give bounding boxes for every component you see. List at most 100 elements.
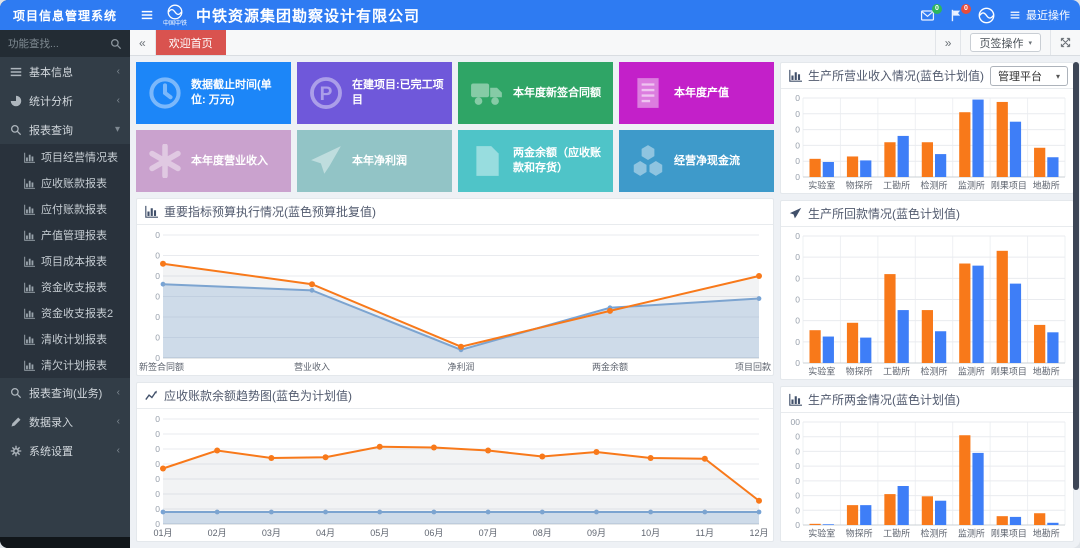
svg-text:0: 0 xyxy=(155,474,160,484)
panel-title: 重要指标预算执行情况(蓝色预算批复值) xyxy=(164,203,376,220)
payment-collection-chart[interactable]: 0000000实验室物探所工勘所检测所监测所刚果项目地勘所 xyxy=(781,227,1073,379)
svg-text:05月: 05月 xyxy=(370,528,389,538)
flag-badge: 0 xyxy=(961,4,971,14)
line-chart-icon xyxy=(145,389,158,402)
svg-text:0: 0 xyxy=(795,432,800,442)
platform-select[interactable]: 管理平台 ▾ xyxy=(990,66,1068,86)
svg-text:12月: 12月 xyxy=(749,528,768,538)
sidebar-footer xyxy=(0,537,130,548)
sidebar-subitem-7[interactable]: 清收计划报表 xyxy=(0,326,130,352)
receivable-trend-chart[interactable]: 0000000001月02月03月04月05月06月07月08月09月10月11… xyxy=(137,409,773,541)
svg-text:07月: 07月 xyxy=(479,528,498,538)
kpi-card-6[interactable]: 两金余额（应收账款和存货） xyxy=(458,130,613,192)
svg-text:00: 00 xyxy=(791,417,801,427)
sidebar-item-3[interactable]: 报表查询(业务)‹ xyxy=(0,378,130,407)
sidebar-subitem-2[interactable]: 应付账款报表 xyxy=(0,196,130,222)
panel-payment-collection: 生产所回款情况(蓝色计划值) 0000000实验室物探所工勘所检测所监测所刚果项… xyxy=(780,200,1074,380)
svg-text:06月: 06月 xyxy=(424,528,443,538)
tab-operations-cell: 页签操作▾ xyxy=(960,30,1050,55)
bar-chart-icon xyxy=(145,205,158,218)
svg-text:0: 0 xyxy=(795,358,800,368)
kpi-card-0[interactable]: 数据截止时间(单位: 万元) xyxy=(136,62,291,124)
sidebar-item-4[interactable]: 数据录入‹ xyxy=(0,407,130,436)
svg-text:0: 0 xyxy=(795,461,800,471)
svg-text:工勘所: 工勘所 xyxy=(883,529,910,539)
flag-icon[interactable]: 0 xyxy=(949,9,964,22)
svg-text:0: 0 xyxy=(795,476,800,486)
scroll-tabs-right-icon[interactable]: » xyxy=(935,30,961,55)
kpi-card-7[interactable]: 经营净现金流 xyxy=(619,130,774,192)
mail-icon[interactable]: 0 xyxy=(920,9,935,22)
sidebar-subitem-4[interactable]: 项目成本报表 xyxy=(0,248,130,274)
production-revenue-chart[interactable]: 000000实验室物探所工勘所检测所监测所刚果项目地勘所 xyxy=(781,89,1073,193)
bar-chart-icon xyxy=(24,360,35,371)
sidebar-subitem-8[interactable]: 清欠计划报表 xyxy=(0,352,130,378)
paper-plane-icon xyxy=(789,207,802,220)
svg-text:刚果项目: 刚果项目 xyxy=(991,181,1027,191)
sidebar-menu: 基本信息‹统计分析‹报表查询▾项目经营情况表应收账款报表应付账款报表产值管理报表… xyxy=(0,57,130,537)
bar-chart-icon xyxy=(24,204,35,215)
panel-header: 生产所回款情况(蓝色计划值) xyxy=(781,201,1073,227)
svg-text:0: 0 xyxy=(795,252,800,262)
bar-chart-icon xyxy=(24,256,35,267)
svg-text:0: 0 xyxy=(795,231,800,241)
panel-title: 生产所回款情况(蓝色计划值) xyxy=(808,205,960,222)
svg-text:地勘所: 地勘所 xyxy=(1033,528,1060,539)
budget-execution-svg: 0000000新签合同额营业收入净利润两金余额项目回款 xyxy=(137,225,773,375)
tab-welcome[interactable]: 欢迎首页 xyxy=(156,30,226,55)
kpi-label: 经营净现金流 xyxy=(674,154,740,169)
panel-header: 应收账款余额趋势图(蓝色为计划值) xyxy=(137,383,773,409)
company-logo: 中国中铁 xyxy=(163,4,187,27)
file-icon xyxy=(470,144,504,178)
fullscreen-icon[interactable] xyxy=(1060,37,1071,48)
kpi-label: 本年度新签合同额 xyxy=(513,86,601,101)
page-scrollbar[interactable] xyxy=(1073,62,1079,490)
kpi-card-4[interactable]: 本年度营业收入 xyxy=(136,130,291,192)
chevron-icon: ‹ xyxy=(117,387,120,398)
gear-icon xyxy=(10,445,22,457)
sidebar-subitem-5[interactable]: 资金收支报表 xyxy=(0,274,130,300)
svg-text:监测所: 监测所 xyxy=(958,528,985,539)
tab-bar: « 欢迎首页 » 页签操作▾ xyxy=(130,30,1080,56)
svg-text:0: 0 xyxy=(155,444,160,454)
svg-text:新签合同额: 新签合同额 xyxy=(139,361,184,372)
kpi-label: 数据截止时间(单位: 万元) xyxy=(191,78,285,108)
bar-chart-icon xyxy=(789,393,802,406)
two-funds-chart[interactable]: 000000000实验室物探所工勘所检测所监测所刚果项目地勘所 xyxy=(781,413,1073,541)
sidebar-item-2[interactable]: 报表查询▾ xyxy=(0,115,130,144)
svg-text:地勘所: 地勘所 xyxy=(1033,180,1060,191)
svg-text:0: 0 xyxy=(795,295,800,305)
sidebar-subitem-6[interactable]: 资金收支报表2 xyxy=(0,300,130,326)
sidebar-subitem-1[interactable]: 应收账款报表 xyxy=(0,170,130,196)
bar-chart-icon xyxy=(789,69,802,82)
budget-execution-chart[interactable]: 0000000新签合同额营业收入净利润两金余额项目回款 xyxy=(137,225,773,375)
svg-text:0: 0 xyxy=(155,429,160,439)
search-icon[interactable] xyxy=(110,38,122,50)
kpi-card-1[interactable]: P在建项目:已完工项目 xyxy=(297,62,452,124)
panel-production-revenue: 生产所营业收入情况(蓝色计划值) 管理平台 ▾ 000000实验室物探所工勘所检… xyxy=(780,62,1074,194)
svg-text:0: 0 xyxy=(795,446,800,456)
svg-text:0: 0 xyxy=(155,230,160,240)
svg-text:0: 0 xyxy=(155,333,160,343)
kpi-card-3[interactable]: 本年度产值 xyxy=(619,62,774,124)
kpi-card-5[interactable]: 本年净利润 xyxy=(297,130,452,192)
scroll-tabs-left-icon[interactable]: « xyxy=(130,30,156,55)
menu-toggle-icon[interactable] xyxy=(140,9,154,21)
sidebar-subitem-0[interactable]: 项目经营情况表 xyxy=(0,144,130,170)
sidebar-item-0[interactable]: 基本信息‹ xyxy=(0,57,130,86)
search-icon xyxy=(10,387,22,399)
sidebar-item-5[interactable]: 系统设置‹ xyxy=(0,436,130,465)
topbar: 中国中铁 中铁资源集团勘察设计有限公司 0 0 最近操作 xyxy=(130,0,1080,30)
svg-text:工勘所: 工勘所 xyxy=(883,181,910,191)
sidebar-subitem-3[interactable]: 产值管理报表 xyxy=(0,222,130,248)
tab-operations-button[interactable]: 页签操作▾ xyxy=(970,33,1041,52)
kpi-card-2[interactable]: 本年度新签合同额 xyxy=(458,62,613,124)
search-input[interactable] xyxy=(8,38,106,50)
svg-text:04月: 04月 xyxy=(316,528,335,538)
svg-text:检测所: 检测所 xyxy=(920,528,947,539)
sidebar-item-1[interactable]: 统计分析‹ xyxy=(0,86,130,115)
svg-text:检测所: 检测所 xyxy=(920,180,947,191)
recent-operations-button[interactable]: 最近操作 xyxy=(1009,7,1070,23)
bar-chart-icon xyxy=(24,334,35,345)
svg-text:0: 0 xyxy=(795,156,800,166)
